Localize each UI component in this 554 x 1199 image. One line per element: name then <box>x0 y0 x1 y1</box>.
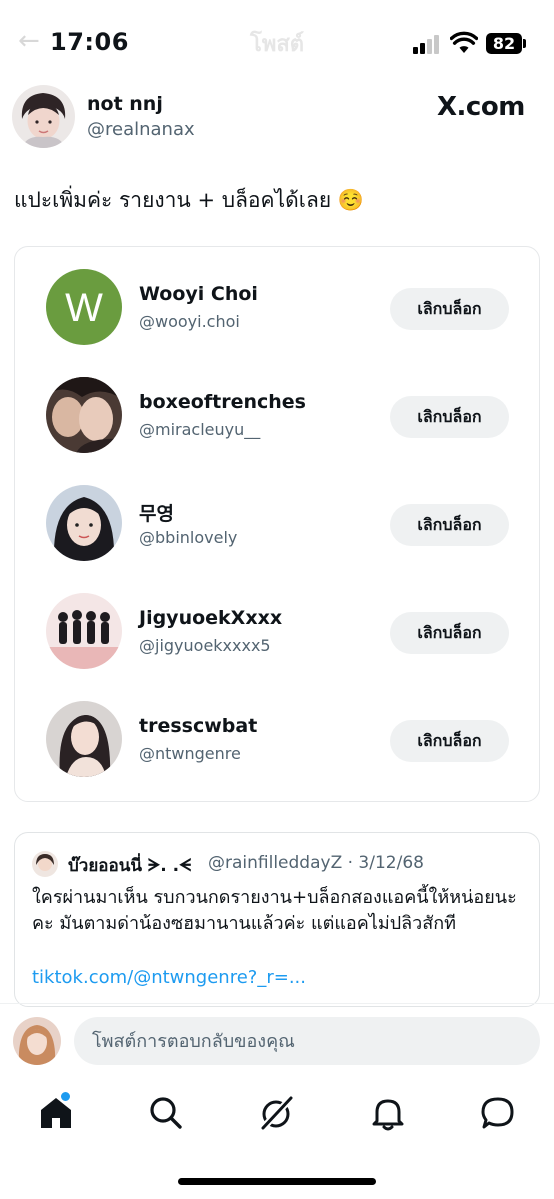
avatar[interactable]: W <box>46 269 122 345</box>
quoted-author-meta: @rainfilleddayZ · 3/12/68 <box>208 853 424 873</box>
author-avatar[interactable] <box>12 85 75 148</box>
blocked-row: 무영 @bbinlovely เลิกบล็อก <box>15 485 539 565</box>
avatar[interactable] <box>46 485 122 561</box>
status-time: 17:06 <box>50 28 129 56</box>
unblock-button[interactable]: เลิกบล็อก <box>390 720 509 762</box>
unblock-button[interactable]: เลิกบล็อก <box>390 288 509 330</box>
blocked-row: JigyuoekXxxx @jigyuoekxxxx5 เลิกบล็อก <box>15 593 539 673</box>
home-indicator[interactable] <box>178 1178 376 1185</box>
author-handle[interactable]: @realnanax <box>87 119 195 140</box>
avatar[interactable] <box>46 701 122 777</box>
blocked-row: boxeoftrenches @miracleuyu__ เลิกบล็อก <box>15 377 539 457</box>
unblock-button[interactable]: เลิกบล็อก <box>390 504 509 546</box>
grok-tab[interactable] <box>257 1093 297 1133</box>
battery-level: 82 <box>492 34 516 53</box>
blocked-row: tresscwbat @ntwngenre เลิกบล็อก <box>15 701 539 781</box>
current-user-avatar[interactable] <box>13 1017 61 1065</box>
battery-cap <box>523 39 526 48</box>
battery-icon: 82 <box>486 33 522 54</box>
notifications-icon <box>372 1099 404 1131</box>
reply-bar <box>0 1003 554 1078</box>
quoted-post-text: ใครผ่านมาเห็น รบกวนกดรายงาน+บล็อกสองแอคน… <box>32 887 517 934</box>
quoted-author-avatar <box>32 851 58 877</box>
faded-page-title: โพสต์ <box>250 32 305 57</box>
post-text: แปะเพิ่มค่ะ รายงาน + บล็อคได้เลย ☺️ <box>14 188 364 212</box>
unblock-button[interactable]: เลิกบล็อก <box>390 612 509 654</box>
wifi-icon <box>450 31 478 53</box>
blocked-user-handle: @ntwngenre <box>139 744 241 763</box>
blocked-user-handle: @jigyuoekxxxx5 <box>139 636 271 655</box>
author-name[interactable]: not nnj <box>87 93 163 115</box>
quoted-post-link[interactable]: tiktok.com/@ntwngenre?_r=... <box>32 967 306 988</box>
bottom-nav <box>0 1077 554 1157</box>
back-arrow-icon[interactable]: ← <box>18 26 40 56</box>
avatar[interactable] <box>46 593 122 669</box>
search-icon <box>150 1097 182 1129</box>
quoted-post[interactable]: บ๊วยออนนี่ ᗒ. .ᗕ @rainfilleddayZ · 3/12/… <box>14 832 540 1007</box>
blocked-row: W Wooyi Choi @wooyi.choi เลิกบล็อก <box>15 269 539 349</box>
blocked-accounts-image[interactable]: W Wooyi Choi @wooyi.choi เลิกบล็อก boxeo… <box>14 246 540 802</box>
blocked-user-name: tresscwbat <box>139 715 258 737</box>
blocked-user-name: boxeoftrenches <box>139 391 306 413</box>
home-tab[interactable] <box>36 1091 76 1133</box>
avatar[interactable] <box>46 377 122 453</box>
blocked-user-handle: @miracleuyu__ <box>139 420 261 439</box>
messages-icon <box>481 1097 514 1129</box>
blocked-user-name: JigyuoekXxxx <box>139 607 283 629</box>
blocked-user-name: Wooyi Choi <box>139 283 258 305</box>
reply-input[interactable] <box>74 1017 540 1065</box>
search-tab[interactable] <box>146 1093 186 1133</box>
blocked-user-handle: @wooyi.choi <box>139 312 240 331</box>
blocked-user-name: 무영 <box>139 503 174 525</box>
unblock-button[interactable]: เลิกบล็อก <box>390 396 509 438</box>
home-notification-dot <box>60 1091 71 1102</box>
avatar-initial: W <box>65 286 103 330</box>
cellular-signal-icon <box>413 34 443 54</box>
x-com-badge: X.com <box>437 92 525 122</box>
messages-tab[interactable] <box>478 1093 518 1133</box>
blocked-user-handle: @bbinlovely <box>139 528 238 547</box>
grok-icon <box>260 1095 294 1131</box>
notifications-tab[interactable] <box>368 1093 408 1133</box>
quoted-author-name: บ๊วยออนนี่ ᗒ. .ᗕ <box>68 856 192 876</box>
status-bar: ← โพสต์ 17:06 82 <box>0 0 554 80</box>
